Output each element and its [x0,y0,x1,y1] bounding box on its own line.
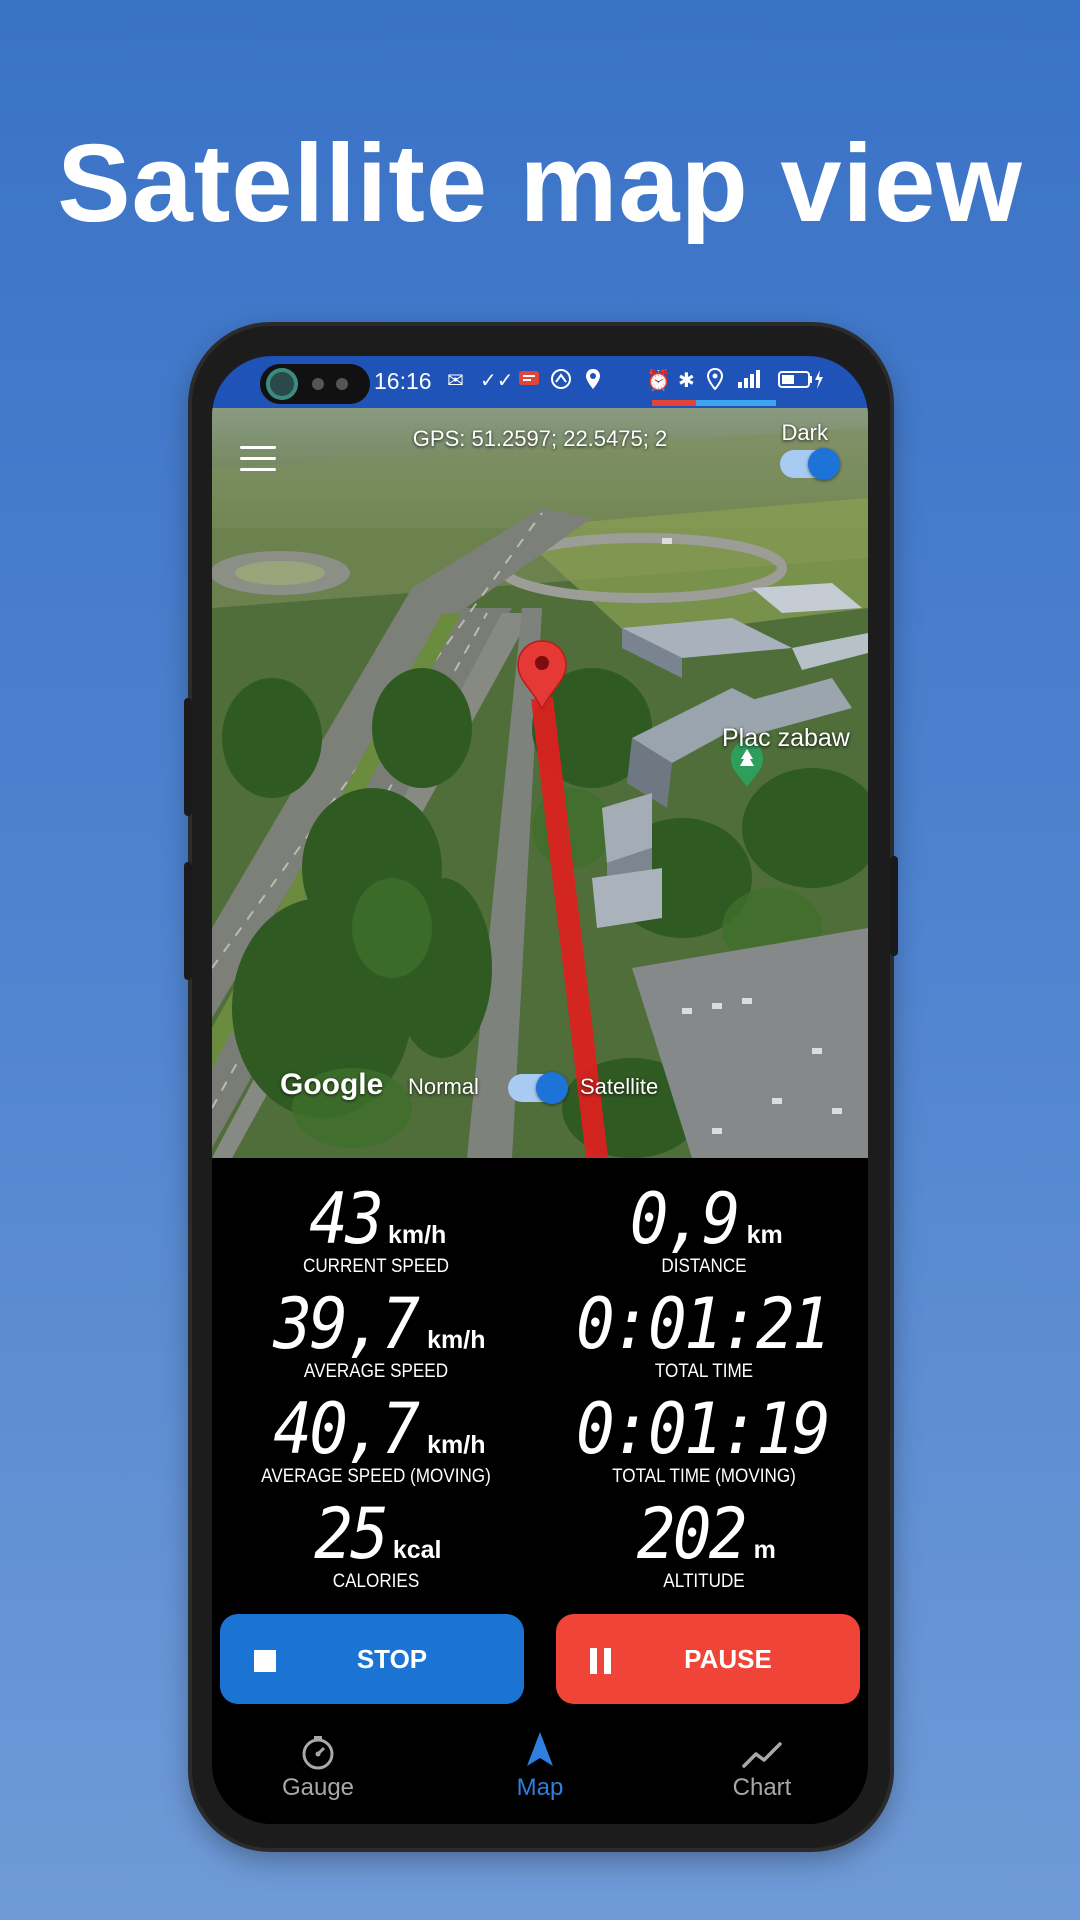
stat-current-speed: 43 km/h CURRENT SPEED [212,1176,540,1278]
nav-item-map[interactable]: Map [440,1722,640,1824]
location-pin-icon [584,368,602,395]
camera-lens [266,368,298,400]
status-indicator-red [652,400,696,406]
gps-coordinates: GPS: 51.2597; 22.5475; 2 [412,426,668,451]
menu-icon[interactable] [240,446,276,474]
volume-button [184,698,192,816]
camera-cutout [260,364,370,404]
stat-unit: km [746,1221,783,1249]
stat-unit: m [753,1536,776,1564]
stop-button[interactable]: STOP [220,1614,524,1704]
nav-label-map: Map [516,1774,564,1801]
nav-item-chart[interactable]: Chart [662,1722,862,1824]
stat-unit: kcal [392,1536,442,1564]
normal-mode-label: Normal [408,1074,479,1099]
stat-value: 0:01:19 [575,1388,831,1470]
status-indicator-blue [696,400,776,406]
double-check-icon: ✓✓ [480,368,514,392]
nav-item-gauge[interactable]: Gauge [218,1722,418,1824]
stat-altitude: 202 m ALTITUDE [540,1491,868,1593]
stop-icon [254,1648,276,1679]
stat-value: 43 [308,1178,384,1260]
notification-badge-icon [518,368,540,393]
stat-distance: 0,9 km DISTANCE [540,1176,868,1278]
navigation-arrow-icon [440,1722,640,1770]
camera-dot [312,378,324,390]
bluetooth-icon: ✱ [678,368,695,392]
phone-frame: 16:16 ✉ ✓✓ ⏰ ✱ GPS: 51.2597; 22.5475; 2 … [184,326,898,1848]
stat-label: TOTAL TIME (MOVING) [612,1466,796,1487]
stat-average-speed-moving: 40,7 km/h AVERAGE SPEED (MOVING) [212,1386,540,1488]
google-logo: Google [280,1068,384,1101]
phone-screen: 16:16 ✉ ✓✓ ⏰ ✱ GPS: 51.2597; 22.5475; 2 … [212,356,868,1824]
pause-button[interactable]: PAUSE [556,1614,860,1704]
stat-value: 39,7 [272,1283,420,1365]
stat-label: AVERAGE SPEED (MOVING) [261,1466,491,1487]
stat-label: CURRENT SPEED [302,1256,449,1277]
stat-value: 25 [313,1493,389,1575]
dark-mode-label: Dark [781,420,828,445]
stat-calories: 25 kcal CALORIES [212,1491,540,1593]
satellite-mode-label: Satellite [580,1074,659,1099]
gauge-icon [218,1722,418,1770]
stat-unit: km/h [427,1326,486,1354]
toggle-knob [536,1072,568,1104]
status-time: 16:16 [374,368,432,394]
toggle-knob [808,448,840,480]
stats-panel: 43 km/h CURRENT SPEED 0,9 km DISTANCE 39,7… [212,1158,868,1608]
stat-label: CALORIES [332,1571,420,1592]
stat-unit: km/h [387,1221,447,1249]
satellite-imagery [212,408,868,1158]
stat-value: 0:01:21 [575,1283,831,1365]
alarm-icon: ⏰ [646,368,671,392]
stat-label: TOTAL TIME [654,1361,754,1382]
mail-icon: ✉ [447,368,464,392]
stat-value: 202 [636,1493,748,1575]
stat-total-time: 0:01:21 TOTAL TIME [540,1281,868,1383]
bike-icon [550,368,572,395]
battery-charging-icon [778,368,826,395]
pause-icon [590,1648,612,1681]
stat-total-time-moving: 0:01:19 TOTAL TIME (MOVING) [540,1386,868,1488]
stat-label: AVERAGE SPEED [303,1361,449,1382]
location-icon [706,367,724,395]
stat-unit: km/h [427,1431,486,1459]
stat-value: 40,7 [272,1388,420,1470]
status-bar: 16:16 ✉ ✓✓ ⏰ ✱ [212,356,868,408]
stat-value: 0,9 [629,1178,741,1260]
stat-label: DISTANCE [661,1256,747,1277]
volume-button-lower [184,862,192,980]
power-button [890,856,898,956]
stat-average-speed: 39,7 km/h AVERAGE SPEED [212,1281,540,1383]
dark-mode-toggle[interactable] [780,448,840,480]
nav-label-chart: Chart [732,1774,792,1801]
map-type-toggle[interactable] [508,1072,568,1104]
signal-icon [736,368,762,395]
headline: Satellite map view [57,122,1023,245]
nav-label-gauge: Gauge [281,1774,355,1801]
bottom-navigation: Gauge Map Chart [212,1722,868,1824]
stat-label: ALTITUDE [663,1571,745,1592]
camera-dot-2 [336,378,348,390]
poi-label[interactable]: Plac zabaw [722,724,850,753]
chart-line-icon [662,1722,862,1770]
satellite-map[interactable]: GPS: 51.2597; 22.5475; 2 Dark Plac zabaw… [212,408,868,1158]
